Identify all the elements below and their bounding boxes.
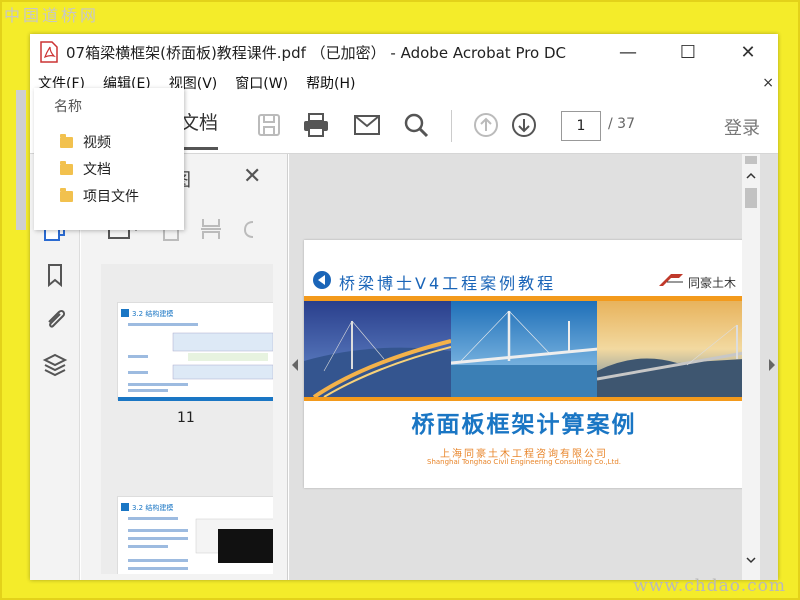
bookmark-icon[interactable] [42,262,68,288]
bridge-photo-sunset [597,301,744,397]
menu-help[interactable]: 帮助(H) [306,73,355,93]
document-view: 桥梁博士V4工程案例教程 同豪土木 桥面板框架计算案例 上海同豪土木工程咨询有限… [289,154,778,580]
title-bar: 07箱梁横框架(桥面板)教程课件.pdf （已加密） - Adobe Acrob… [30,34,778,70]
rotate-icon[interactable] [239,216,259,246]
document-main-title: 桥面板框架计算案例 [411,412,637,438]
next-page-icon[interactable] [509,110,539,140]
page-thumbnail-12[interactable]: 3.2 结构建模 [117,496,273,574]
folder-icon [60,187,73,202]
bridge-photo-night [304,301,451,397]
document-scrollbar[interactable] [742,154,760,580]
minimize-button[interactable]: — [598,34,658,70]
folder-icon [60,133,73,148]
previous-page-icon[interactable] [471,110,501,140]
page-number-input[interactable]: 1 [561,111,601,141]
left-edge-bar [16,90,26,230]
menu-window[interactable]: 窗口(W) [235,73,288,93]
popup-item-document[interactable]: 文档 [60,159,111,179]
company-name-en: Shanghai Tonghao Civil Engineering Consu… [427,458,621,466]
watermark-bottom: www.chdao.com [633,576,786,596]
search-icon[interactable] [401,110,431,140]
tab-document[interactable]: 文档 [180,108,219,150]
orange-divider-bottom [304,397,744,401]
watermark-top: 中国道桥网 [4,6,100,25]
extract-page-icon[interactable] [199,216,223,246]
pdf-page: 桥梁博士V4工程案例教程 同豪土木 桥面板框架计算案例 上海同豪土木工程咨询有限… [304,240,744,488]
page-total: / 37 [608,116,635,132]
popup-item-project-files[interactable]: 项目文件 [60,186,139,206]
page-header: 桥梁博士V4工程案例教程 同豪土木 [304,240,744,296]
toolbar-separator [451,110,452,142]
bridge-photos [304,301,744,397]
page-head-title: 桥梁博士V4工程案例教程 [339,274,557,293]
window-controls: — ☐ ✕ [598,34,778,70]
folder-popup: 名称 视频 文档 项目文件 [34,88,184,230]
pdf-file-icon [40,41,58,63]
popup-item-video[interactable]: 视频 [60,132,111,152]
close-window-button[interactable]: ✕ [718,34,778,70]
menu-close-button[interactable]: × [762,75,774,91]
print-icon[interactable] [301,110,331,140]
company-logo-text: 同豪土木 [688,276,737,290]
folder-icon [60,160,73,175]
email-icon[interactable] [352,110,382,140]
bridge-photo-day [450,301,598,397]
play-badge-icon [312,270,332,294]
svg-text:3.2 结构建模: 3.2 结构建模 [132,503,173,512]
popup-item-label: 文档 [83,162,111,178]
popup-item-label: 视频 [83,135,111,151]
svg-text:3.2 结构建模: 3.2 结构建模 [132,309,173,318]
maximize-button[interactable]: ☐ [658,34,718,70]
popup-item-label: 项目文件 [83,189,139,205]
window-title: 07箱梁横框架(桥面板)教程课件.pdf （已加密） - Adobe Acrob… [66,43,567,62]
login-link[interactable]: 登录 [724,114,760,140]
panel-close-button[interactable]: ✕ [243,164,261,189]
company-logo-icon [657,270,685,292]
page-thumbnail-11[interactable]: 3.2 结构建模 [117,302,273,401]
popup-header: 名称 [54,99,82,115]
prev-page-arrow[interactable] [290,358,300,375]
layers-icon[interactable] [42,352,68,378]
next-page-arrow[interactable] [767,358,777,375]
attachment-icon[interactable] [42,306,68,332]
thumbnail-list: 3.2 结构建模 11 3.2 结构建模 [101,264,273,574]
save-icon[interactable] [254,110,284,140]
thumbnail-label: 11 [177,410,195,426]
